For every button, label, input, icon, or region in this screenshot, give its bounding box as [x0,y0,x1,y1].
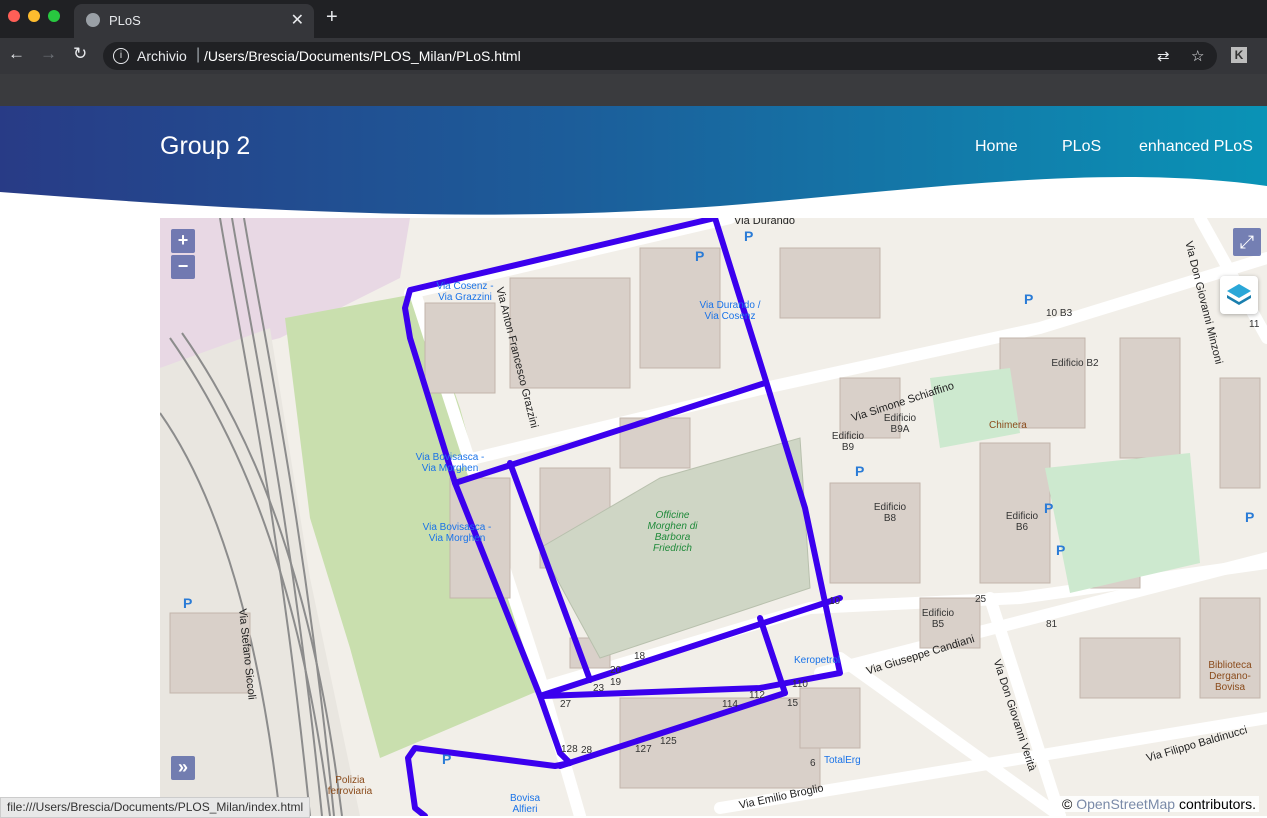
house-number: 110 [792,679,808,690]
bus-stop-label[interactable]: Via Bovisasca - Via Morghen [415,452,485,474]
globe-icon [86,13,100,27]
house-number: 25 [975,594,987,605]
poi-label[interactable]: Polizia ferroviaria [325,775,375,797]
poi-label[interactable]: Chimera [989,420,1027,431]
back-arrow-icon[interactable]: ← [8,44,25,64]
house-number: 27 [560,699,572,710]
house-number: 114 [722,699,738,710]
layers-graphic [1227,284,1251,305]
url-separator: | [196,46,201,63]
building-label: Edificio B9A [883,413,917,435]
brand-title[interactable]: Group 2 [160,132,250,161]
forward-arrow-icon[interactable]: → [40,44,57,64]
house-number: 125 [660,736,677,747]
parking-icon: P [855,463,865,479]
house-number: 81 [1046,619,1058,630]
bus-stop-label[interactable]: Via Durando / Via Cosenz [695,300,765,322]
attribution-suffix: contributors. [1175,796,1256,812]
url-scheme-label: Archivio [137,48,187,64]
house-number: 11 [1249,319,1260,330]
map-view[interactable]: Via Durando Via Simone Schiaffino Via Do… [160,218,1267,816]
building-label: Edificio B9 [831,431,865,453]
tab-title: PLoS [109,13,141,28]
star-icon[interactable]: ☆ [1191,47,1204,65]
house-number: 15 [787,698,799,709]
building-label: Edificio B5 [921,608,955,630]
translate-icon[interactable]: ⇄ [1157,47,1170,65]
house-number: 20 [610,665,622,676]
parking-icon: P [695,248,705,264]
parking-icon: P [183,595,193,611]
parking-icon: P [1056,542,1066,558]
extension-icon[interactable]: K [1231,47,1247,63]
header-wave [0,176,1267,218]
parking-icon: P [1245,509,1255,525]
poi-label[interactable]: Biblioteca Dergano-Bovisa [1200,660,1260,693]
house-number: 112 [749,690,765,701]
parking-icon: P [744,228,754,244]
building-label: Edificio B2 [1051,358,1099,369]
house-number: 28 [581,745,593,756]
parking-icon: P [442,751,452,767]
bookmarks-bar [0,74,1267,106]
nav-enhanced-plos[interactable]: enhanced PLoS [1139,138,1253,156]
poi-label[interactable]: TotalErg [824,755,861,766]
bus-stop-label[interactable]: Bovisa Alfieri [505,793,545,815]
close-tab-icon[interactable]: ✕ [291,10,304,30]
browser-toolbar: ← → ↻ i Archivio | /Users/Brescia/Docume… [0,38,1267,74]
layers-icon[interactable] [1220,276,1258,314]
house-number: 10 [829,596,841,607]
status-bar-url: file:///Users/Brescia/Documents/PLOS_Mil… [0,797,311,818]
close-window-button[interactable] [8,10,20,22]
maximize-window-button[interactable] [48,10,60,22]
parking-icon: P [1024,291,1034,307]
map-attribution: © OpenStreetMap contributors. [1059,796,1259,812]
bus-stop-label[interactable]: Via Bovisasca - Via Morghen [422,522,492,544]
attribution-prefix: © [1062,796,1077,812]
browser-tab-bar: PLoS ✕ + [0,0,1267,38]
address-bar[interactable]: i Archivio | /Users/Brescia/Documents/PL… [103,42,1217,70]
parking-icon: P [1044,500,1054,516]
zoom-in-button[interactable]: + [171,229,195,253]
building-label: Edificio B8 [873,502,907,524]
poi-label[interactable]: Officine Morghen di Barbora Friedrich [640,510,705,554]
house-number: 128 [561,744,578,755]
minimize-window-button[interactable] [28,10,40,22]
fullscreen-icon[interactable]: ⤢ [1233,228,1261,256]
house-number: 18 [634,651,646,662]
zoom-out-button[interactable]: − [171,255,195,279]
building-label: 10 B3 [1046,308,1073,319]
new-tab-button[interactable]: + [326,6,338,29]
url-text[interactable]: /Users/Brescia/Documents/PLOS_Milan/PLoS… [204,48,521,64]
expand-sidebar-button[interactable]: » [171,756,195,780]
house-number: 127 [635,744,652,755]
info-icon[interactable]: i [113,48,129,64]
bus-stop-label[interactable]: Via Cosenz - Via Grazzini [430,281,500,303]
browser-tab[interactable]: PLoS ✕ [74,4,314,38]
building-label: Edificio B6 [1005,511,1039,533]
house-number: 6 [810,758,816,769]
house-number: 23 [593,683,605,694]
nav-plos[interactable]: PLoS [1062,138,1101,156]
nav-home[interactable]: Home [975,138,1018,156]
osm-link[interactable]: OpenStreetMap [1076,796,1175,812]
reload-icon[interactable]: ↻ [73,44,87,64]
site-header: Group 2 Home PLoS enhanced PLoS [0,106,1267,218]
house-number: 19 [610,677,622,688]
poi-label[interactable]: Keropetrol [794,655,840,666]
street-label: Via Durando [734,218,795,227]
